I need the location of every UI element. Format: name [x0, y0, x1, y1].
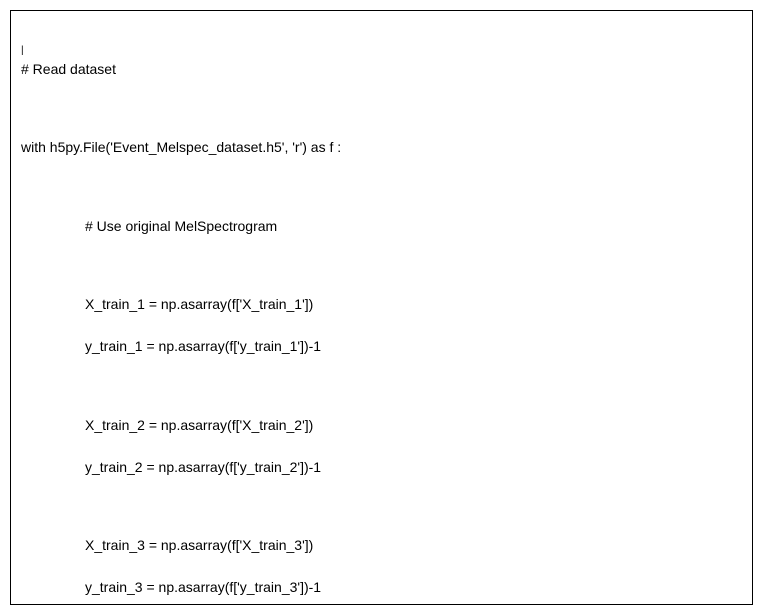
code-line: X_train_2 = np.asarray(f['X_train_2']) [21, 415, 742, 436]
code-container: | # Read dataset with h5py.File('Event_M… [10, 10, 753, 605]
code-line: with h5py.File('Event_Melspec_dataset.h5… [21, 137, 742, 158]
code-blank [21, 499, 742, 514]
code-line: X_train_3 = np.asarray(f['X_train_3']) [21, 535, 742, 556]
code-line: y_train_1 = np.asarray(f['y_train_1'])-1 [21, 336, 742, 357]
code-blank [21, 378, 742, 393]
code-line: y_train_2 = np.asarray(f['y_train_2'])-1 [21, 457, 742, 478]
code-blank [21, 101, 742, 116]
code-line: X_train_1 = np.asarray(f['X_train_1']) [21, 294, 742, 315]
text-cursor: | [21, 45, 24, 56]
code-blank [21, 179, 742, 194]
code-line: y_train_3 = np.asarray(f['y_train_3'])-1 [21, 577, 742, 598]
code-blank [21, 258, 742, 273]
code-line: # Read dataset [21, 59, 742, 80]
code-line: # Use original MelSpectrogram [21, 216, 742, 237]
